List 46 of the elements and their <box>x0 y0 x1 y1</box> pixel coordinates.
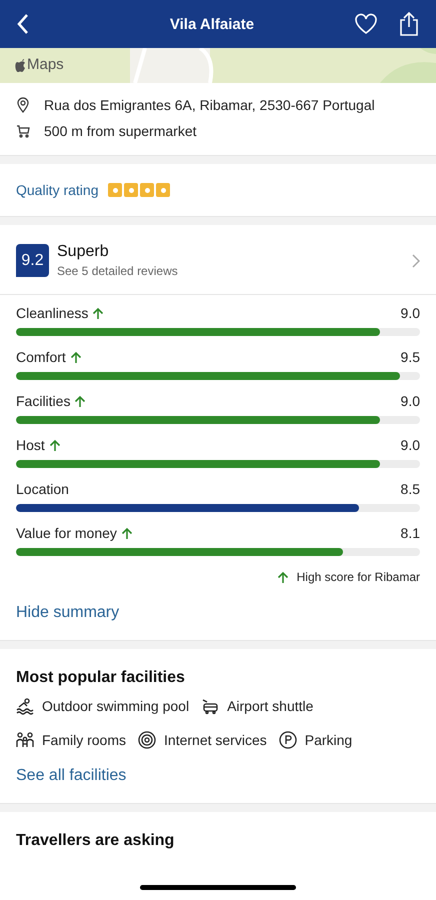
map-attribution: Maps <box>27 56 64 73</box>
category-name: Facilities <box>16 393 70 409</box>
apple-logo-icon <box>14 58 26 72</box>
up-arrow-icon <box>120 526 133 540</box>
swimmer-icon <box>16 697 34 715</box>
category-name: Host <box>16 437 45 453</box>
section-heading: Travellers are asking <box>16 832 176 850</box>
high-score-note: High score for Ribamar <box>296 570 420 584</box>
back-chevron-icon <box>16 13 30 35</box>
category-name: Location <box>16 481 69 497</box>
facility-label: Family rooms <box>42 732 126 748</box>
section-heading: Most popular facilities <box>16 669 186 687</box>
signal-rings-icon <box>138 731 156 749</box>
score-badge: 9.2 <box>16 244 49 277</box>
facility-label: Airport shuttle <box>227 698 314 714</box>
category-name: Cleanliness <box>16 305 88 321</box>
up-arrow-icon <box>74 394 86 408</box>
category-score: 9.0 <box>400 305 420 321</box>
category-score: 8.1 <box>400 525 420 541</box>
facility-label: Outdoor swimming pool <box>42 698 190 714</box>
location-text: Rua dos Emigrantes 6A, Ribamar, 2530-667 Portugal <box>44 97 375 113</box>
category-score: 8.5 <box>400 481 420 497</box>
category-name: Value for money <box>16 525 117 541</box>
up-arrow-icon <box>70 350 82 364</box>
up-arrow-icon <box>48 438 61 452</box>
cart-icon <box>16 123 30 139</box>
up-arrow-icon <box>276 570 289 584</box>
category-score: 9.5 <box>400 349 420 365</box>
facility-label: Parking <box>304 732 352 748</box>
category-score: 9.0 <box>400 393 420 409</box>
family-icon <box>16 731 34 749</box>
location-text: 500 m from supermarket <box>44 123 196 139</box>
up-arrow-icon <box>92 306 104 320</box>
category-name: Comfort <box>16 349 66 365</box>
hide-summary-link[interactable]: Hide summary <box>0 584 136 640</box>
reviews-link-text: See 5 detailed reviews <box>57 264 179 278</box>
facility-label: Internet services <box>164 732 267 748</box>
parking-icon <box>278 731 297 749</box>
see-all-facilities-link[interactable]: See all facilities <box>16 749 126 803</box>
page-title: Vila Alfaiate <box>168 16 256 32</box>
chevron-icon <box>412 254 420 268</box>
score-verdict: Superb <box>57 243 110 261</box>
quality-rating-label: Quality rating <box>16 182 98 198</box>
pin-icon <box>16 97 30 113</box>
bus-icon <box>201 697 220 715</box>
category-score: 9.0 <box>400 437 420 453</box>
